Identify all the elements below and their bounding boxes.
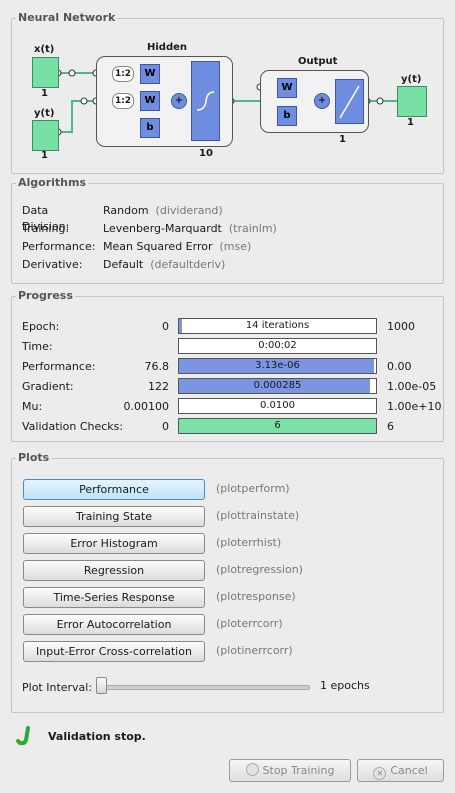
progress-end-value: 0.00 [387,360,412,373]
linear-icon [339,85,360,119]
plot-interval-slider-track[interactable] [98,685,310,690]
algorithm-value: Mean Squared Error [103,240,213,253]
progress-bar: 0.0100 [178,398,377,414]
algorithm-command: (defaultderiv) [150,258,226,271]
plot-error-histogram-command: (ploterrhist) [216,536,282,549]
progress-start-value: 76.8 [144,360,170,373]
progress-bar-value: 3.13e-06 [255,360,300,371]
plot-error-autocorrelation-command: (ploterrcorr) [216,617,283,630]
delay-y: 1:2 [112,93,134,109]
progress-bar-value: 14 iterations [245,320,310,331]
stop-training-button[interactable]: Stop Training [229,759,351,782]
cancel-label: Cancel [390,764,428,777]
hidden-weight-y: W [140,91,160,111]
progress-bar: 14 iterations [178,318,377,334]
progress-bar-fill [179,319,182,333]
checkmark-icon [16,726,30,746]
plot-input-error-cross-correlation-button[interactable]: Input-Error Cross-correlation [23,641,205,662]
output-layer-title: Output [298,56,338,67]
algorithm-command: (dividerand) [155,204,223,217]
plot-performance-button[interactable]: Performance [23,479,205,500]
output-transfer-function [335,79,364,124]
plot-training-state-button[interactable]: Training State [23,506,205,527]
input-y-block [32,120,59,151]
progress-bar: 0.000285 [178,378,377,394]
progress-label: Gradient: [22,380,74,393]
plot-training-state-command: (plottrainstate) [216,509,300,522]
sigmoid-icon [196,91,215,111]
plot-regression-button[interactable]: Regression [23,560,205,581]
progress-bar-value: 6 [274,420,281,431]
progress-bar: 3.13e-06 [178,358,377,374]
input-label-y: y(t) [34,108,55,119]
hidden-transfer-function [191,61,220,141]
output-block [397,86,427,117]
progress-bar: 6 [178,418,377,434]
progress-start-value: 0 [162,320,169,333]
hidden-sum: + [171,93,187,109]
plot-error-autocorrelation-button[interactable]: Error Autocorrelation [23,614,205,635]
output-layer-size: 1 [339,134,346,145]
plot-interval-value: 1 epochs [320,679,370,692]
progress-label: Performance: [22,360,96,373]
progress-end-value: 1000 [387,320,415,333]
stop-icon [245,763,259,776]
progress-bar: 0:00:02 [178,338,377,354]
plots-panel: Plots Performance (plotperform) Training… [11,451,444,713]
output-bias: b [277,106,297,126]
progress-end-value: 6 [387,420,394,433]
plot-input-error-cross-correlation-command: (plotinerrcorr) [216,644,293,657]
input-size-x: 1 [41,88,48,99]
algorithm-value: Levenberg-Marquardt [103,222,222,235]
algorithm-label: Training: [22,222,70,235]
input-label-x: x(t) [34,44,55,55]
progress-panel: Progress Epoch: 0 14 iterations 1000 Time: 0:… [11,289,444,442]
plot-interval-slider-thumb[interactable] [96,677,107,694]
progress-label: Time: [22,340,53,353]
input-x-block [32,57,59,88]
progress-end-value: 1.00e-05 [387,380,437,393]
progress-label: Epoch: [22,320,60,333]
output-label: y(t) [401,74,422,85]
hidden-weight-x: W [140,64,160,84]
progress-start-value: 122 [148,380,169,393]
output-io-size: 1 [407,117,414,128]
algorithm-command: (mse) [219,240,252,253]
progress-bar-value: 0.0100 [260,400,295,411]
hidden-layer-size: 10 [199,148,213,159]
output-sum: + [314,93,330,109]
plot-regression-command: (plotregression) [216,563,303,576]
plot-time-series-response-command: (plotresponse) [216,590,296,603]
algorithm-label: Performance: [22,240,96,253]
plot-time-series-response-button[interactable]: Time-Series Response [23,587,205,608]
stop-training-label: Stop Training [262,764,335,777]
plots-title: Plots [16,451,52,464]
algorithm-value: Random [103,204,149,217]
algorithm-command: (trainlm) [228,222,277,235]
status-text: Validation stop. [48,730,146,743]
delay-x: 1:2 [112,66,134,82]
progress-bar-value: 0.000285 [253,380,302,391]
output-weight: W [277,78,297,98]
hidden-layer-title: Hidden [147,42,188,53]
progress-start-value: 0 [162,420,169,433]
algorithms-panel: Algorithms Data Division: Random (divide… [11,176,444,284]
progress-start-value: 0.00100 [123,400,170,413]
progress-label: Validation Checks: [22,420,124,433]
plot-performance-command: (plotperform) [216,482,290,495]
cancel-button[interactable]: ✕ Cancel [357,759,444,782]
algorithm-value: Default [103,258,144,271]
hidden-bias: b [140,118,160,138]
progress-end-value: 1.00e+10 [387,400,442,413]
plot-interval-label: Plot Interval: [22,681,93,694]
plot-error-histogram-button[interactable]: Error Histogram [23,533,205,554]
cancel-icon: ✕ [373,767,387,780]
algorithms-title: Algorithms [16,176,89,189]
input-size-y: 1 [41,150,48,161]
neural-network-panel: Neural Network x(t) 1 y(t) 1 Hidden 1:2 … [11,11,444,174]
progress-title: Progress [16,289,75,302]
algorithm-label: Derivative: [22,258,83,271]
progress-bar-value: 0:00:02 [258,340,297,351]
progress-label: Mu: [22,400,43,413]
